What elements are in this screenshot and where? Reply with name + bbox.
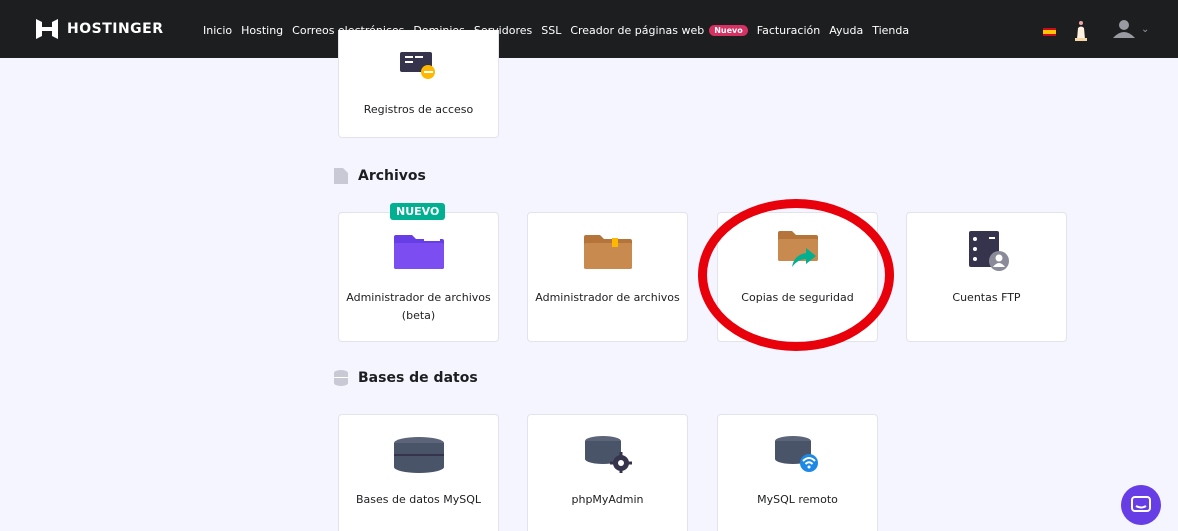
nav-inicio[interactable]: Inicio	[203, 24, 232, 37]
card-label: Registros de acceso	[363, 103, 474, 116]
chat-bubble-icon	[1131, 496, 1151, 512]
highlight-ellipse	[698, 199, 894, 351]
card-mysql-databases[interactable]: Bases de datos MySQL	[338, 414, 499, 531]
card-file-manager[interactable]: Administrador de archivos	[527, 212, 688, 342]
chat-button[interactable]	[1121, 485, 1161, 525]
section-title-archivos: Archivos	[334, 168, 426, 184]
main-nav: Inicio Hosting Correos electrónicos Domi…	[203, 24, 909, 37]
card-remote-mysql[interactable]: MySQL remoto	[717, 414, 878, 531]
card-ftp-accounts[interactable]: Cuentas FTP	[906, 212, 1067, 342]
card-file-manager-beta[interactable]: Administrador de archivos (beta)	[338, 212, 499, 342]
chevron-down-icon: ⌄	[1141, 23, 1150, 35]
folder-purple-icon	[339, 235, 498, 269]
nav-facturacion[interactable]: Facturación	[757, 24, 820, 37]
card-label: Administrador de archivos	[535, 291, 680, 304]
access-log-icon	[339, 52, 498, 80]
database-icon	[334, 370, 348, 386]
nav-ssl[interactable]: SSL	[541, 24, 561, 37]
card-phpmyadmin[interactable]: phpMyAdmin	[527, 414, 688, 531]
hostinger-logo[interactable]: HOSTINGER	[36, 19, 164, 39]
card-label: Administrador de archivos (beta)	[346, 291, 491, 322]
file-icon	[334, 168, 348, 184]
nav-hosting[interactable]: Hosting	[241, 24, 283, 37]
card-registros-acceso[interactable]: Registros de acceso	[338, 30, 499, 138]
nav-ayuda[interactable]: Ayuda	[829, 24, 863, 37]
notification-bell-icon[interactable]	[1074, 21, 1088, 45]
user-avatar-icon	[1113, 20, 1135, 38]
user-menu[interactable]: ⌄	[1113, 20, 1149, 38]
section-title-text: Archivos	[358, 168, 426, 184]
database-wifi-icon	[718, 435, 877, 473]
nav-creador[interactable]: Creador de páginas web	[570, 24, 704, 37]
card-label: phpMyAdmin	[571, 493, 644, 506]
database-gear-icon	[528, 435, 687, 473]
hostinger-logo-icon	[36, 19, 58, 39]
brand-name: HOSTINGER	[67, 21, 164, 37]
new-badge: NUEVO	[390, 203, 446, 220]
database-stack-icon	[339, 437, 498, 473]
ftp-account-icon	[907, 231, 1066, 271]
folder-brown-icon	[528, 235, 687, 269]
card-label: MySQL remoto	[757, 493, 838, 506]
top-navigation-bar: HOSTINGER Inicio Hosting Correos electró…	[0, 0, 1178, 58]
nav-tienda[interactable]: Tienda	[872, 24, 909, 37]
spain-flag-icon[interactable]	[1043, 28, 1056, 36]
card-label: Cuentas FTP	[952, 291, 1021, 304]
section-title-bases-datos: Bases de datos	[334, 370, 478, 386]
section-title-text: Bases de datos	[358, 370, 478, 386]
nav-new-badge: Nuevo	[709, 25, 748, 36]
card-label: Bases de datos MySQL	[355, 493, 482, 506]
